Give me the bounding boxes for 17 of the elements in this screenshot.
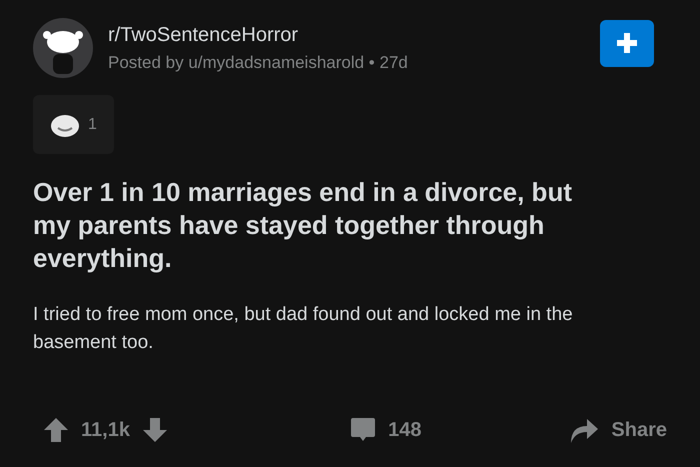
upvote-button[interactable] — [43, 417, 69, 443]
post-body: I tried to free mom once, but dad found out and locked me in the basement too. — [33, 303, 574, 355]
award-icon — [50, 112, 80, 136]
comment-icon[interactable] — [350, 417, 376, 443]
share-arrow-icon — [569, 416, 600, 444]
post-meta: Posted by u/mydadsnameisharold • 27d — [108, 52, 409, 72]
plus-icon — [617, 33, 637, 53]
award-badge[interactable]: 1 — [33, 95, 114, 154]
share-button[interactable]: Share — [569, 416, 667, 444]
subreddit-name[interactable]: r/TwoSentenceHorror — [108, 24, 585, 46]
avatar-icon — [33, 18, 93, 78]
vote-score: 11,1k — [81, 418, 130, 442]
post-title: Over 1 in 10 marriages end in a divorce, but my parents have stayed together through everything. — [33, 176, 573, 275]
comment-count: 148 — [388, 418, 422, 442]
downvote-button[interactable] — [142, 417, 168, 443]
award-count: 1 — [88, 116, 97, 134]
join-button[interactable] — [600, 20, 654, 66]
